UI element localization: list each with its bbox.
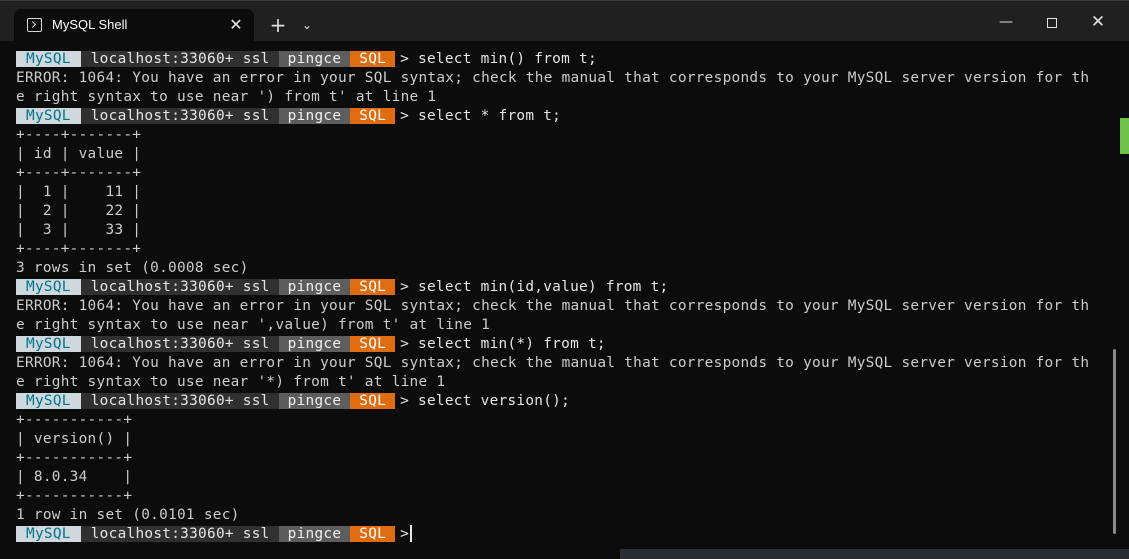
chevron-down-icon[interactable]: ⌄ [295, 13, 319, 37]
minimize-button[interactable]: — [992, 9, 1020, 35]
prompt-segment-schema: pingce [278, 51, 351, 67]
output-line: 3 rows in set (0.0008 sec) [16, 260, 249, 276]
background-window-edge [1120, 118, 1129, 154]
command-text: > select * from t; [400, 108, 562, 124]
prompt-segment-schema: pingce [278, 279, 351, 295]
close-button[interactable]: ✕ [1084, 9, 1112, 35]
prompt-segment-mode: SQL [350, 108, 396, 124]
prompt-segment-schema: pingce [278, 526, 351, 542]
close-tab-icon[interactable]: ✕ [226, 15, 246, 35]
prompt-segment-host: localhost:33060+ ssl [80, 279, 279, 295]
prompt-segment-mode: SQL [350, 393, 396, 409]
output-line: 1 row in set (0.0101 sec) [16, 507, 240, 523]
prompt-segment-mysql: MySQL [16, 336, 81, 352]
prompt-segment-schema: pingce [278, 336, 351, 352]
terminal-output[interactable]: MySQL localhost:33060+ ssl pingce SQL > sele… [0, 41, 1129, 559]
output-line: +----+-------+ [16, 127, 142, 143]
output-line: +-----------+ [16, 488, 133, 504]
prompt-segment-mode: SQL [350, 279, 396, 295]
output-line: | version() | [16, 431, 133, 447]
command-text: > select min() from t; [400, 51, 597, 67]
prompt-segment-mysql: MySQL [16, 279, 81, 295]
prompt-segment-mysql: MySQL [16, 393, 81, 409]
prompt-segment-mode: SQL [350, 51, 396, 67]
prompt-line: MySQL localhost:33060+ ssl pingce SQL > sele… [16, 50, 597, 69]
prompt-line: MySQL localhost:33060+ ssl pingce SQL > sele… [16, 107, 561, 126]
command-text: > select min(*) from t; [400, 336, 606, 352]
prompt-line: MySQL localhost:33060+ ssl pingce SQL > sele… [16, 278, 668, 297]
output-line: e right syntax to use near ',value) from… [16, 317, 491, 333]
new-tab-button[interactable]: + [266, 13, 290, 37]
output-line: +----+-------+ [16, 165, 142, 181]
prompt-segment-mysql: MySQL [16, 526, 81, 542]
background-window-edge-bottom [620, 549, 1129, 559]
prompt-line: MySQL localhost:33060+ ssl pingce SQL > sele… [16, 335, 606, 354]
prompt-segment-mysql: MySQL [16, 51, 81, 67]
prompt-segment-schema: pingce [278, 393, 351, 409]
prompt-segment-mysql: MySQL [16, 108, 81, 124]
prompt-segment-mode: SQL [350, 336, 396, 352]
output-line: ERROR: 1064: You have an error in your S… [16, 70, 1090, 86]
scrollbar[interactable] [1113, 349, 1116, 534]
output-line: | 3 | 33 | [16, 222, 142, 238]
prompt-segment-host: localhost:33060+ ssl [80, 51, 279, 67]
prompt-segment-mode: SQL [350, 526, 396, 542]
prompt-segment-schema: pingce [278, 108, 351, 124]
title-bar: MySQL Shell ✕ + ⌄ — ✕ [0, 0, 1129, 42]
prompt-segment-host: localhost:33060+ ssl [80, 108, 279, 124]
maximize-button[interactable] [1038, 9, 1066, 35]
prompt-line: MySQL localhost:33060+ ssl pingce SQL > [16, 525, 418, 544]
output-line: e right syntax to use near '*) from t' a… [16, 374, 446, 390]
output-line: ERROR: 1064: You have an error in your S… [16, 355, 1090, 371]
output-line: +-----------+ [16, 450, 133, 466]
output-line: ERROR: 1064: You have an error in your S… [16, 298, 1090, 314]
prompt-segment-host: localhost:33060+ ssl [80, 526, 279, 542]
prompt-line: MySQL localhost:33060+ ssl pingce SQL > sele… [16, 392, 570, 411]
tab-mysql-shell[interactable]: MySQL Shell ✕ [14, 9, 254, 42]
output-line: | 1 | 11 | [16, 184, 142, 200]
command-text: > select version(); [400, 393, 571, 409]
output-line: | 2 | 22 | [16, 203, 142, 219]
text-cursor [410, 525, 412, 542]
command-text: > [400, 526, 410, 542]
prompt-segment-host: localhost:33060+ ssl [80, 393, 279, 409]
terminal-icon [27, 18, 42, 32]
prompt-segment-host: localhost:33060+ ssl [80, 336, 279, 352]
maximize-icon [1047, 17, 1057, 28]
command-text: > select min(id,value) from t; [400, 279, 669, 295]
output-line: | id | value | [16, 146, 142, 162]
output-line: +-----------+ [16, 412, 133, 428]
tab-title: MySQL Shell [52, 17, 128, 32]
output-line: +----+-------+ [16, 241, 142, 257]
output-line: | 8.0.34 | [16, 469, 133, 485]
output-line: e right syntax to use near ') from t' at… [16, 89, 437, 105]
